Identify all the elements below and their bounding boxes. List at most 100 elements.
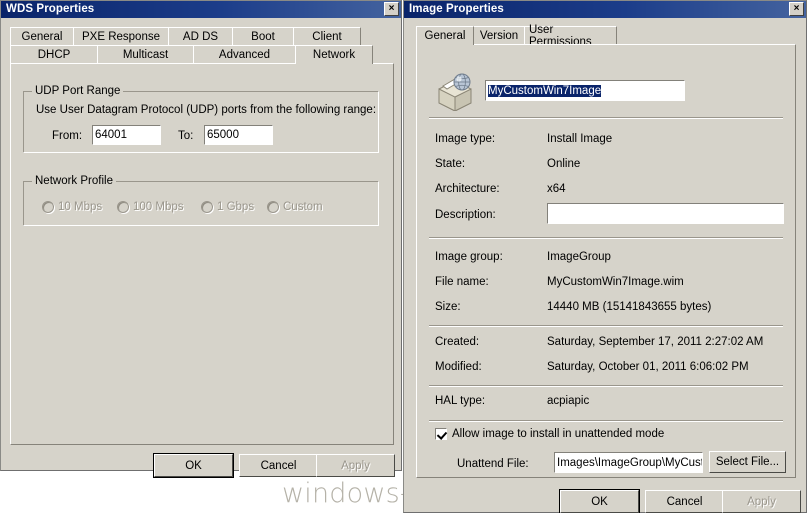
install-image-icon — [438, 73, 472, 111]
tab-advanced[interactable]: Advanced — [193, 45, 296, 64]
radio-label: 10 Mbps — [58, 201, 103, 213]
size-label: Size: — [435, 301, 461, 313]
tab-label: General — [424, 30, 466, 42]
tab-label: Boot — [251, 31, 275, 43]
tab-client[interactable]: Client — [293, 27, 361, 46]
tab-label: PXE Response — [82, 31, 160, 43]
unattend-file-input[interactable]: Images\ImageGroup\MyCustor — [553, 451, 704, 474]
image-group-label: Image group: — [435, 251, 503, 263]
network-profile-group: Network Profile 10 Mbps 100 Mbps 1 Gbps — [23, 175, 379, 226]
close-icon[interactable]: × — [789, 2, 804, 16]
radio-dot-icon — [42, 201, 54, 213]
tab-label: Multicast — [122, 49, 169, 61]
modified-value: Saturday, October 01, 2011 6:06:02 PM — [547, 361, 749, 373]
tab-label: AD DS — [182, 31, 219, 43]
image-type-label: Image type: — [435, 133, 496, 145]
tab-multicast[interactable]: Multicast — [97, 45, 194, 64]
created-label: Created: — [435, 336, 480, 348]
button-label: OK — [591, 495, 608, 508]
hal-type-label: HAL type: — [435, 395, 486, 407]
image-tabrow: General Version User Permissions — [416, 24, 617, 48]
tab-dhcp[interactable]: DHCP — [10, 45, 98, 64]
separator-5 — [429, 420, 783, 422]
udp-description: Use User Datagram Protocol (UDP) ports f… — [36, 104, 377, 116]
image-titlebar: Image Properties × — [404, 1, 806, 18]
architecture-label: Architecture: — [435, 183, 500, 195]
tab-boot[interactable]: Boot — [232, 27, 294, 46]
udp-port-range-legend: UDP Port Range — [32, 85, 124, 97]
separator-4 — [429, 385, 783, 387]
button-label: Cancel — [260, 459, 297, 472]
udp-from-label: From: — [52, 130, 83, 142]
description-label: Description: — [435, 209, 496, 221]
tab-label: DHCP — [37, 49, 71, 61]
wds-apply-button: Apply — [316, 454, 395, 477]
unattend-file-value: Images\ImageGroup\MyCustor — [557, 456, 703, 469]
radio-custom[interactable]: Custom — [267, 201, 323, 213]
checkbox-label: Allow image to install in unattended mod… — [452, 428, 665, 440]
wds-tab-page-network: UDP Port Range Use User Datagram Protoco… — [10, 63, 394, 445]
image-group-value: ImageGroup — [547, 251, 611, 263]
tab-user-permissions[interactable]: User Permissions — [524, 24, 617, 48]
image-ok-button[interactable]: OK — [560, 490, 639, 513]
architecture-value: x64 — [547, 183, 566, 195]
wds-cancel-button[interactable]: Cancel — [239, 454, 318, 477]
tab-label: Network — [312, 49, 356, 61]
image-title: Image Properties — [409, 3, 504, 15]
size-value: 14440 MB (15141843655 bytes) — [547, 301, 712, 313]
wds-ok-button[interactable]: OK — [154, 454, 233, 477]
screenshot-canvas: windows-noob.com WDS Properties × Genera… — [0, 0, 807, 513]
udp-to-value: 65000 — [207, 129, 239, 141]
image-properties-dialog: Image Properties × General Version User … — [403, 0, 807, 513]
tab-pxe-response[interactable]: PXE Response — [73, 27, 169, 46]
tab-network[interactable]: Network — [295, 45, 373, 64]
image-type-value: Install Image — [547, 133, 613, 145]
file-name-value: MyCustomWin7Image.wim — [547, 276, 684, 288]
image-name-input[interactable]: MyCustomWin7Image — [484, 79, 686, 102]
network-profile-legend: Network Profile — [32, 175, 116, 187]
tab-ad-ds[interactable]: AD DS — [168, 27, 233, 46]
allow-unattended-checkbox[interactable]: Allow image to install in unattended mod… — [435, 428, 664, 440]
tab-label: Advanced — [218, 49, 271, 61]
wds-title: WDS Properties — [6, 3, 95, 15]
image-apply-button: Apply — [722, 490, 801, 513]
description-input[interactable] — [546, 202, 785, 225]
file-name-label: File name: — [435, 276, 489, 288]
button-label: Select File... — [715, 456, 780, 468]
udp-from-input[interactable]: 64001 — [91, 124, 162, 146]
select-file-button[interactable]: Select File... — [709, 451, 786, 473]
radio-10-mbps[interactable]: 10 Mbps — [42, 201, 102, 213]
udp-port-range-group: UDP Port Range Use User Datagram Protoco… — [23, 85, 379, 153]
wds-tabrow-1: General PXE Response AD DS Boot Client — [10, 27, 361, 46]
separator-1 — [429, 117, 783, 119]
tab-label: General — [21, 31, 63, 43]
radio-label: 1 Gbps — [217, 201, 255, 213]
separator-3 — [429, 325, 783, 327]
image-cancel-button[interactable]: Cancel — [645, 490, 724, 513]
button-label: Apply — [341, 459, 370, 472]
radio-1-gbps[interactable]: 1 Gbps — [201, 201, 254, 213]
radio-label: Custom — [283, 201, 323, 213]
udp-to-label: To: — [178, 130, 194, 142]
state-label: State: — [435, 158, 466, 170]
radio-100-mbps[interactable]: 100 Mbps — [117, 201, 184, 213]
button-label: Cancel — [666, 495, 703, 508]
udp-from-value: 64001 — [95, 129, 127, 141]
tab-label: Client — [312, 31, 342, 43]
udp-to-input[interactable]: 65000 — [203, 124, 274, 146]
radio-dot-icon — [267, 201, 279, 213]
image-tab-page-general: MyCustomWin7Image Image type: Install Im… — [416, 44, 796, 478]
button-label: OK — [185, 459, 202, 472]
state-value: Online — [547, 158, 581, 170]
tab-version[interactable]: Version — [473, 26, 525, 45]
radio-label: 100 Mbps — [133, 201, 184, 213]
button-label: Apply — [747, 495, 776, 508]
tab-general[interactable]: General — [416, 26, 474, 45]
radio-dot-icon — [201, 201, 213, 213]
checkbox-check-icon — [435, 428, 447, 440]
image-name-value: MyCustomWin7Image — [488, 84, 602, 97]
created-value: Saturday, September 17, 2011 2:27:02 AM — [547, 336, 764, 348]
tab-general[interactable]: General — [10, 27, 74, 46]
modified-label: Modified: — [435, 361, 482, 373]
close-icon[interactable]: × — [384, 2, 399, 16]
